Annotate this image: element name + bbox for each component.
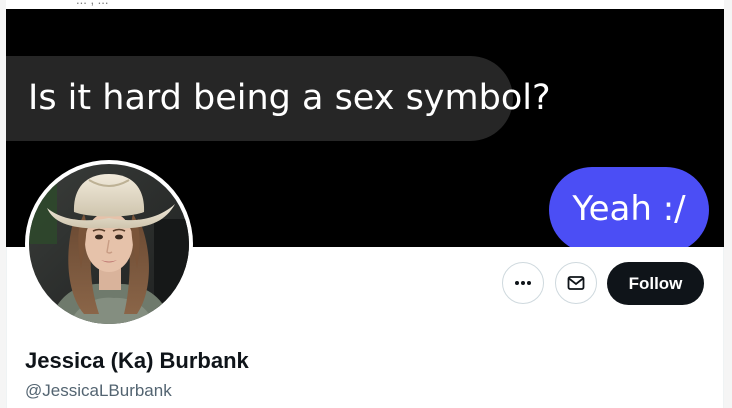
incoming-message-bubble: Is it hard being a sex symbol? <box>6 56 551 141</box>
profile-display-name: Jessica (Ka) Burbank <box>25 348 249 373</box>
profile-handle: @JessicaLBurbank <box>25 381 172 400</box>
more-horizontal-icon <box>515 281 531 285</box>
envelope-icon <box>567 276 585 290</box>
top-strip: ... , ... <box>6 0 724 9</box>
top-strip-text: ... , ... <box>76 0 109 7</box>
message-button[interactable] <box>555 262 597 304</box>
more-options-button[interactable] <box>502 262 544 304</box>
profile-page: ... , ... Is it hard being a sex symbol?… <box>0 0 732 408</box>
follow-button[interactable]: Follow <box>607 262 704 305</box>
profile-photo <box>29 164 189 324</box>
outgoing-message-bubble: Yeah :/ <box>549 167 709 247</box>
avatar[interactable] <box>25 160 193 328</box>
right-rail <box>724 0 732 408</box>
